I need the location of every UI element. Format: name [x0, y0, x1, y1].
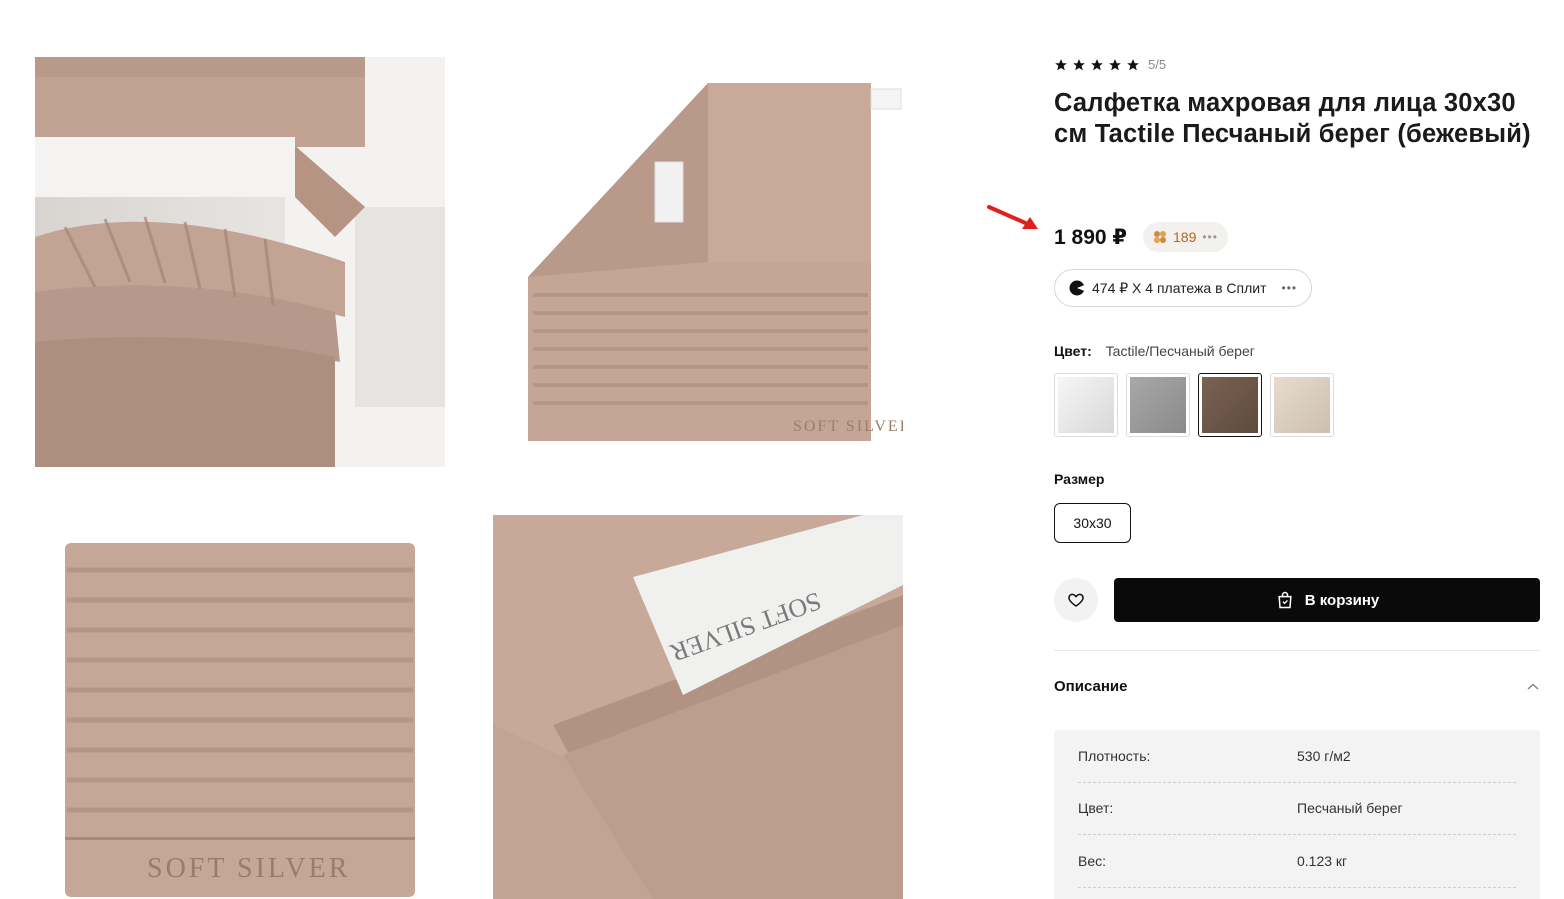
star-icon — [1073, 58, 1085, 70]
color-info: Цвет: Tactile/Песчаный берег — [1054, 343, 1255, 359]
product-title: Салфетка махровая для лица 30х30 см Tact… — [1054, 89, 1531, 148]
annotation-arrow-icon — [987, 205, 1038, 229]
spec-value: 0.123 кг — [1297, 852, 1348, 869]
product-photo-closeup[interactable]: SOFT SILVER — [493, 515, 903, 899]
color-label: Цвет: — [1054, 343, 1092, 359]
rating[interactable]: 5/5 — [1054, 57, 1166, 72]
spec-key: Цвет: — [1078, 800, 1114, 817]
rating-value: 5/5 — [1148, 57, 1167, 72]
bonus-amount: 189 — [1173, 229, 1197, 245]
cart-label: В корзину — [1304, 591, 1380, 609]
towel-brand-embroidery: SOFT SILVER — [147, 853, 350, 884]
description-toggle[interactable]: Описание — [1054, 678, 1540, 695]
price-row: 1 890 ₽ 189 ••• — [1054, 222, 1228, 252]
size-option-button[interactable]: 30x30 — [1054, 503, 1131, 543]
spec-row: Плотность: 530 г/м2 — [1078, 730, 1516, 783]
heart-icon — [1068, 593, 1084, 607]
spec-row: Цвет: Песчаный берег — [1078, 783, 1516, 835]
chevron-up-icon — [1527, 682, 1539, 690]
spec-row: Вес: 0.123 кг — [1078, 835, 1516, 888]
product-photo-flat[interactable]: SOFT SILVER — [35, 515, 445, 899]
more-icon: ••• — [1281, 281, 1298, 295]
product-photo-folded[interactable]: SOFT SILVER — [493, 57, 903, 467]
star-icon — [1127, 58, 1139, 70]
color-swatches — [1054, 373, 1334, 437]
star-icon — [1109, 58, 1121, 70]
color-value: Tactile/Песчаный берег — [1105, 343, 1255, 359]
star-icon — [1091, 58, 1103, 70]
size-label: Размер — [1054, 471, 1105, 487]
split-icon — [1069, 280, 1085, 296]
product-photo-stack[interactable] — [35, 57, 445, 467]
split-payment-button[interactable]: 474 ₽ Х 4 платежа в Сплит ••• — [1054, 269, 1313, 307]
product-price: 1 890 ₽ — [1054, 225, 1127, 249]
swatch-brown-selected[interactable] — [1198, 373, 1262, 437]
more-icon: ••• — [1202, 230, 1218, 244]
spec-key: Плотность: — [1078, 747, 1151, 764]
divider — [1054, 650, 1540, 651]
product-info: 5/5 Салфетка махровая для лица 30х30 см … — [1054, 0, 1540, 899]
swatch-white[interactable] — [1054, 373, 1118, 437]
shopping-bag-icon — [1278, 591, 1292, 609]
favorite-button[interactable] — [1054, 578, 1098, 622]
spec-key: Вес: — [1078, 852, 1107, 869]
spec-value: Песчаный берег — [1297, 800, 1403, 817]
star-icon — [1055, 58, 1067, 70]
bonus-badge[interactable]: 189 ••• — [1143, 222, 1228, 252]
towel-brand-text: SOFT SILVER — [793, 418, 903, 435]
swatch-sand[interactable] — [1270, 373, 1334, 437]
bonus-icon — [1154, 231, 1166, 243]
spec-value: 530 г/м2 — [1297, 747, 1351, 764]
specs-table: Плотность: 530 г/м2 Цвет: Песчаный берег… — [1054, 730, 1540, 899]
swatch-grey[interactable] — [1126, 373, 1190, 437]
description-label: Описание — [1054, 678, 1128, 695]
add-to-cart-button[interactable]: В корзину — [1114, 578, 1540, 622]
split-text: 474 ₽ Х 4 платежа в Сплит — [1092, 279, 1267, 296]
